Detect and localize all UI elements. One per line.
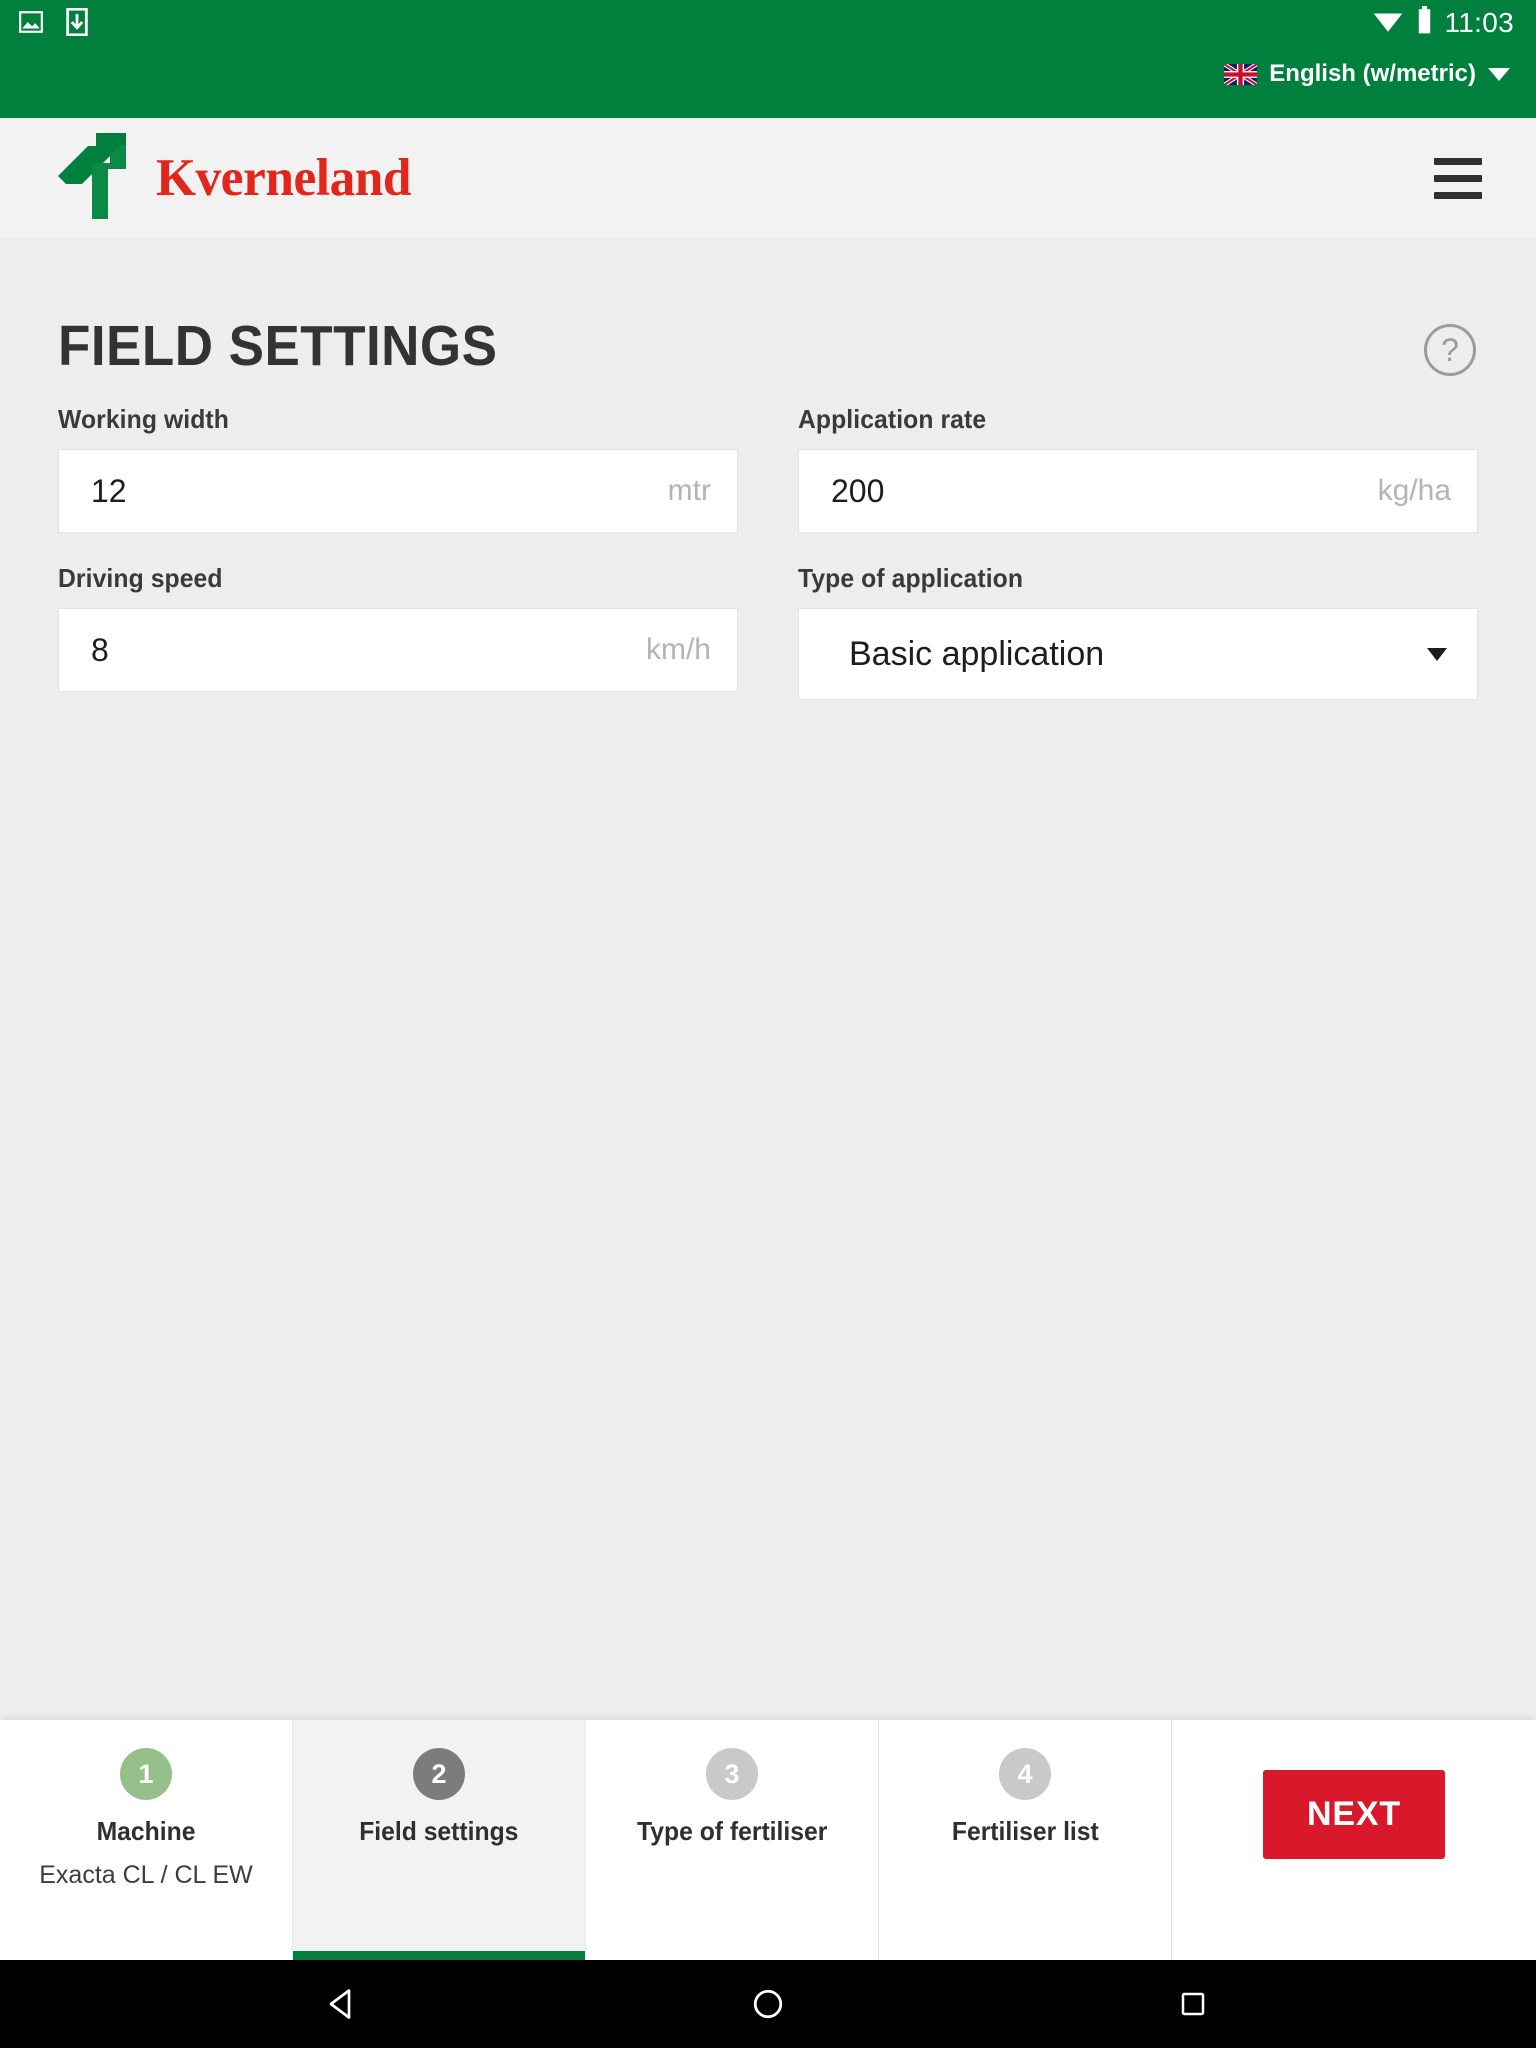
main-content: FIELD SETTINGS ? Working width 12 mtr Ap… (0, 238, 1536, 1720)
next-button-area: NEXT (1172, 1720, 1536, 1960)
recents-square-icon[interactable] (1158, 1969, 1228, 2039)
app-header: Kverneland (0, 118, 1536, 238)
brand-logo[interactable]: Kverneland (58, 132, 415, 224)
page-title-row: FIELD SETTINGS ? (58, 238, 1478, 376)
next-button[interactable]: NEXT (1263, 1770, 1445, 1859)
step-label: Machine (96, 1816, 196, 1846)
wizard-steps: 1 Machine Exacta CL / CL EW 2 Field sett… (0, 1720, 1172, 1960)
chevron-down-icon (1488, 67, 1510, 81)
android-nav-bar (0, 1960, 1536, 2048)
wizard-step-machine[interactable]: 1 Machine Exacta CL / CL EW (0, 1720, 293, 1960)
input-unit: mtr (667, 474, 711, 507)
field-label: Driving speed (58, 563, 223, 593)
step-number-badge: 1 (120, 1748, 172, 1800)
wizard-footer: 1 Machine Exacta CL / CL EW 2 Field sett… (0, 1720, 1536, 1960)
home-circle-icon[interactable] (733, 1969, 803, 2039)
wizard-step-type-of-fertiliser[interactable]: 3 Type of fertiliser (586, 1720, 879, 1960)
app-root: 11:03 English (w/metric) Kverneland FIEL… (0, 0, 1536, 2048)
field-driving-speed: Driving speed 8 km/h (58, 563, 738, 700)
help-icon[interactable]: ? (1424, 324, 1476, 376)
input-value: 200 (831, 472, 885, 509)
step-label: Field settings (359, 1816, 519, 1846)
brand-wordmark: Kverneland (155, 148, 412, 207)
driving-speed-input[interactable]: 8 km/h (58, 608, 738, 692)
status-bar-right: 11:03 (1372, 6, 1515, 39)
language-selector[interactable]: English (w/metric) (1224, 60, 1510, 88)
page-title: FIELD SETTINGS (58, 313, 498, 378)
wizard-step-fertiliser-list[interactable]: 4 Fertiliser list (879, 1720, 1172, 1960)
step-number-badge: 4 (999, 1748, 1051, 1800)
chevron-down-icon (1427, 647, 1447, 661)
status-bar-left-icons (18, 7, 88, 41)
kverneland-arrow-logo (58, 132, 130, 224)
status-clock: 11:03 (1444, 6, 1514, 38)
type-of-application-select[interactable]: Basic application (798, 608, 1478, 700)
status-bar: 11:03 English (w/metric) (0, 0, 1536, 118)
step-sublabel: Exacta CL / CL EW (39, 1861, 253, 1889)
wifi-icon (1372, 7, 1404, 38)
input-value: 8 (91, 631, 109, 668)
input-value: 12 (91, 472, 127, 509)
uk-flag-icon (1224, 63, 1258, 85)
field-label: Application rate (798, 404, 987, 434)
wizard-step-field-settings[interactable]: 2 Field settings (293, 1720, 586, 1960)
input-unit: kg/ha (1377, 474, 1451, 507)
download-icon (66, 7, 88, 41)
step-label: Type of fertiliser (636, 1816, 828, 1846)
input-unit: km/h (645, 633, 711, 666)
step-label: Fertiliser list (951, 1816, 1099, 1846)
field-application-rate: Application rate 200 kg/ha (798, 404, 1478, 533)
step-number-badge: 2 (413, 1748, 465, 1800)
application-rate-input[interactable]: 200 kg/ha (798, 449, 1478, 533)
hamburger-menu-icon[interactable] (1434, 157, 1482, 199)
field-settings-form: Working width 12 mtr Application rate 20… (58, 404, 1478, 730)
field-type-of-application: Type of application Basic application (798, 563, 1478, 700)
select-value: Basic application (849, 634, 1105, 673)
battery-icon (1416, 6, 1433, 39)
back-triangle-icon[interactable] (308, 1969, 378, 2039)
language-label: English (w/metric) (1269, 60, 1476, 87)
step-number-badge: 3 (706, 1748, 758, 1800)
image-icon (18, 9, 44, 40)
field-label: Type of application (798, 563, 1024, 593)
field-working-width: Working width 12 mtr (58, 404, 738, 533)
working-width-input[interactable]: 12 mtr (58, 449, 738, 533)
field-label: Working width (58, 404, 229, 434)
